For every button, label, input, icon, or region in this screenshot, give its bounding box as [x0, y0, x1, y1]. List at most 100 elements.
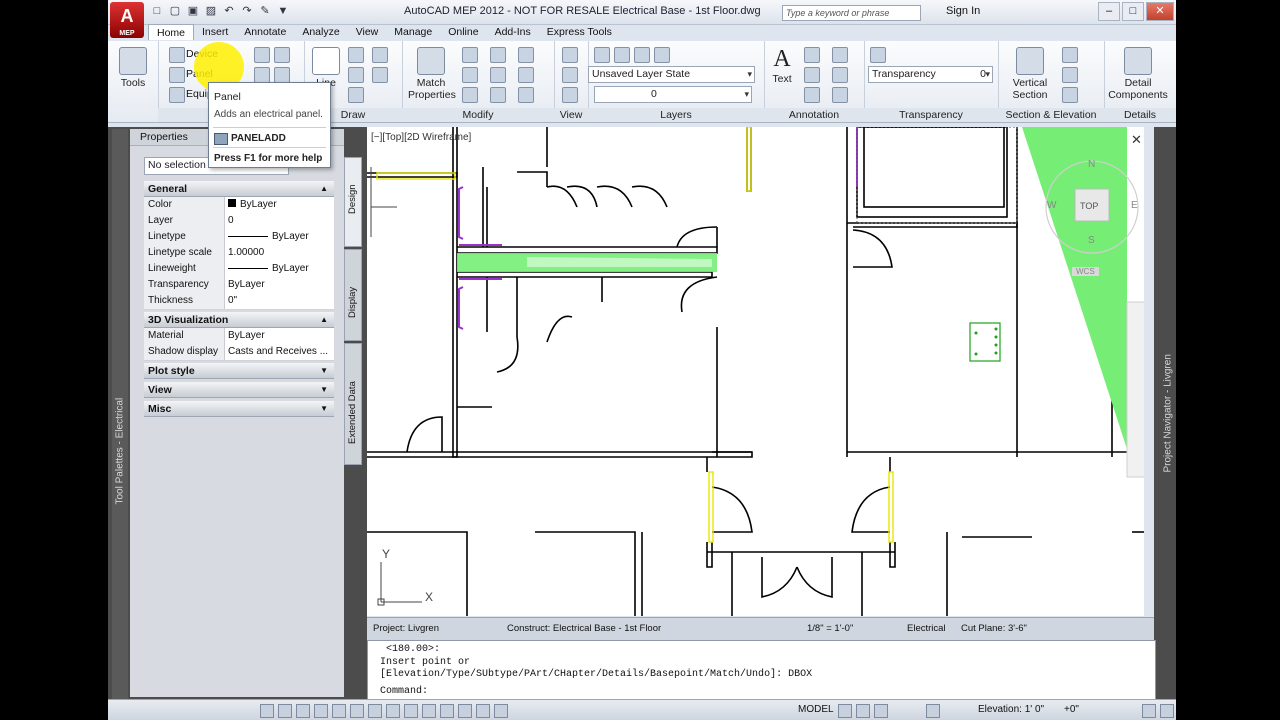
command-line[interactable]: <180.00>: Insert point or [Elevation/Typ… [367, 640, 1156, 700]
conduit-icon[interactable] [274, 47, 290, 63]
detail-components-button[interactable]: Detail Components [1106, 47, 1170, 101]
ortho-icon[interactable] [296, 704, 310, 718]
visualization-section[interactable]: 3D Visualization ▲ [144, 312, 334, 328]
transparency-field[interactable]: Transparency 0 [868, 66, 993, 83]
layer-off-icon[interactable] [634, 47, 650, 63]
clean-screen-icon[interactable] [1142, 704, 1156, 718]
wcs-menu[interactable]: WCS [1072, 267, 1099, 276]
ducs-icon[interactable] [368, 704, 382, 718]
fillet-icon[interactable] [490, 87, 506, 103]
fitting-icon[interactable] [274, 67, 290, 83]
open-icon[interactable]: ▢ [168, 4, 182, 18]
match-properties-button[interactable]: Match Properties [408, 47, 456, 101]
text-button[interactable]: A Text [770, 45, 794, 85]
prop-row[interactable]: Transparency ByLayer [144, 277, 334, 294]
quick-properties-icon[interactable] [440, 704, 454, 718]
view-section[interactable]: View ▼ [144, 382, 334, 398]
transparency-icon[interactable] [870, 47, 886, 63]
layer-select[interactable]: 0 [594, 86, 752, 103]
annotation-monitor-icon[interactable] [476, 704, 490, 718]
close-icon[interactable]: ✕ [1146, 2, 1174, 21]
prop-row[interactable]: Shadow display Casts and Receives ... [144, 344, 334, 361]
dyn-icon[interactable] [386, 704, 400, 718]
tab-online[interactable]: Online [440, 24, 486, 40]
redo-icon[interactable]: ↷ [240, 4, 254, 18]
stretch-icon[interactable] [518, 87, 534, 103]
viewcube-west[interactable]: W [1047, 200, 1056, 211]
prop-row[interactable]: Linetype ByLayer [144, 229, 334, 246]
rectangle-icon[interactable] [348, 87, 364, 103]
plot-icon[interactable]: ▨ [204, 4, 218, 18]
tab-analyze[interactable]: Analyze [294, 24, 347, 40]
viewport-controls[interactable]: [−][Top][2D Wireframe] [371, 132, 471, 143]
application-menu-button[interactable]: A MEP [110, 2, 144, 38]
leader-icon[interactable] [804, 67, 820, 83]
tab-manage[interactable]: Manage [386, 24, 440, 40]
drawing-canvas[interactable]: [−][Top][2D Wireframe] TOP N S E W WCS Y… [367, 127, 1144, 616]
wire-icon[interactable] [254, 47, 270, 63]
prop-row[interactable]: Lineweight ByLayer [144, 261, 334, 278]
viewcube-south[interactable]: S [1088, 235, 1095, 246]
elevation-select[interactable]: Elevation: 1' 0" [978, 704, 1044, 715]
trim-icon[interactable] [490, 67, 506, 83]
view-pan-icon[interactable] [562, 87, 578, 103]
modify-panel-label[interactable]: Modify [402, 108, 554, 122]
viewcube-top[interactable]: TOP [1080, 201, 1098, 211]
otrack-icon[interactable] [350, 704, 364, 718]
tab-design[interactable]: Design [344, 157, 362, 247]
cloud-icon[interactable] [832, 47, 848, 63]
viewcube-north[interactable]: N [1088, 159, 1095, 170]
tag-icon[interactable] [804, 87, 820, 103]
viewport-close-icon[interactable]: ✕ [1131, 132, 1142, 148]
layer-freeze-icon[interactable] [654, 47, 670, 63]
hatch-icon[interactable] [372, 67, 388, 83]
layer-state-select[interactable]: Unsaved Layer State [588, 66, 755, 83]
copy-icon[interactable] [462, 67, 478, 83]
details-panel-label[interactable]: Details [1104, 108, 1176, 122]
tool-palettes-strip[interactable]: Tool Palettes - Electrical [112, 129, 128, 717]
prop-row[interactable]: Material ByLayer [144, 328, 334, 345]
selection-cycling-icon[interactable] [458, 704, 472, 718]
viewcube-east[interactable]: E [1131, 200, 1138, 211]
annotation-panel-label[interactable]: Annotation [764, 108, 864, 122]
plot-style-section[interactable]: Plot style ▼ [144, 363, 334, 379]
rotate-icon[interactable] [490, 47, 506, 63]
view-panel-label[interactable]: View [554, 108, 588, 122]
snap-icon[interactable] [260, 704, 274, 718]
workspace-gear-icon[interactable] [926, 704, 940, 718]
horizontal-section-icon[interactable] [1062, 47, 1078, 63]
maximize-icon[interactable]: □ [1122, 2, 1144, 21]
cable-tray-icon[interactable] [254, 67, 270, 83]
polyline-icon[interactable] [348, 47, 364, 63]
elevation-icon[interactable] [1062, 67, 1078, 83]
prop-row[interactable]: Layer 0 [144, 213, 334, 230]
project-navigator-strip[interactable]: Project Navigator - Livgren [1154, 127, 1176, 720]
osnap-icon[interactable] [332, 704, 346, 718]
callout-icon[interactable] [1062, 87, 1078, 103]
misc-section[interactable]: Misc ▼ [144, 401, 334, 417]
minimize-icon[interactable]: – [1098, 2, 1120, 21]
discipline-select[interactable]: Electrical [907, 623, 946, 634]
view-zoom-icon[interactable] [562, 67, 578, 83]
undo-icon[interactable]: ↶ [222, 4, 236, 18]
new-icon[interactable]: □ [150, 4, 164, 18]
command-prompt[interactable]: Command: [380, 686, 428, 697]
tab-insert[interactable]: Insert [194, 24, 236, 40]
cut-plane-select[interactable]: Cut Plane: 3'-6" [961, 623, 1027, 634]
vertical-section-button[interactable]: Vertical Section [1010, 47, 1050, 101]
table-icon[interactable] [832, 67, 848, 83]
transparency-panel-label[interactable]: Transparency [864, 108, 998, 122]
tab-annotate[interactable]: Annotate [236, 24, 294, 40]
tab-express-tools[interactable]: Express Tools [539, 24, 620, 40]
keynote-icon[interactable] [832, 87, 848, 103]
polar-icon[interactable] [314, 704, 328, 718]
general-section[interactable]: General ▲ [144, 181, 334, 197]
layer-properties-icon[interactable] [594, 47, 610, 63]
zoom-icon[interactable] [874, 704, 888, 718]
array-icon[interactable] [518, 67, 534, 83]
dimension-icon[interactable] [804, 47, 820, 63]
search-input[interactable]: Type a keyword or phrase [782, 5, 921, 21]
scale-select[interactable]: 1/8" = 1'-0" [807, 623, 853, 634]
arc-icon[interactable] [372, 47, 388, 63]
fullscreen-icon[interactable] [1160, 704, 1174, 718]
